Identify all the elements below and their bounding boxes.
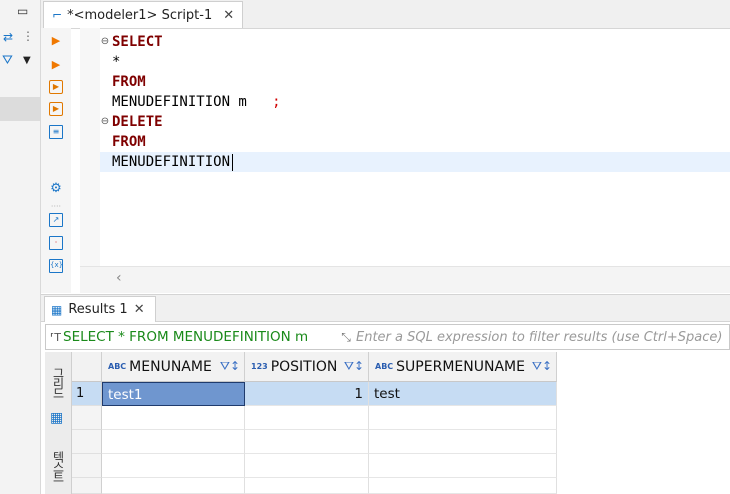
code-line-6: FROM — [112, 134, 146, 150]
selected-item-band[interactable] — [0, 97, 40, 121]
dropdown-arrow-icon[interactable]: ▼ — [23, 55, 31, 66]
code-line-4: MENUDEFINITION m ; — [112, 92, 281, 112]
column-name: MENUNAME — [129, 358, 212, 375]
code-line-3: FROM — [112, 74, 146, 90]
expand-filter-icon[interactable]: ⤡ — [336, 330, 356, 345]
filter-query-text: ⸢T SELECT * FROM MENUDEFINITION m — [46, 329, 336, 345]
sql-editor[interactable]: ⊖ SELECT * FROM MENUDEFINITION m ; ⊖ DEL… — [100, 28, 730, 266]
execute-new-tab-icon[interactable]: ▶ — [49, 58, 63, 72]
editor-ruler — [80, 28, 100, 268]
column-name: POSITION — [270, 358, 338, 375]
code-line-7: MENUDEFINITION — [112, 152, 234, 172]
variables-icon[interactable]: {x} — [49, 259, 63, 273]
empty-cell — [369, 406, 557, 430]
row-number[interactable]: 1 — [72, 382, 102, 406]
column-header-position[interactable]: 123 POSITION ⛛↕ — [245, 352, 369, 382]
empty-cell — [245, 430, 369, 454]
results-filter-bar: ⸢T SELECT * FROM MENUDEFINITION m ⤡ — [45, 324, 730, 350]
fold-toggle-icon[interactable]: ⊖ — [100, 32, 110, 52]
minimize-icon[interactable]: ▭ — [17, 4, 28, 18]
explain-plan-icon[interactable]: ≡ — [49, 125, 63, 139]
empty-cell — [102, 406, 245, 430]
empty-cell — [369, 454, 557, 478]
empty-cell — [369, 478, 557, 494]
sort-filter-icon[interactable]: ⛛↕ — [532, 359, 552, 374]
empty-cell — [369, 430, 557, 454]
row-number-header — [72, 352, 102, 382]
empty-cell — [102, 430, 245, 454]
results-tab-title: Results 1 — [68, 302, 128, 317]
tab-results-1[interactable]: ▦ Results 1 ✕ — [44, 296, 156, 322]
grid-table-icon: ▦ — [51, 302, 63, 317]
left-side-panel: ⇄ ⋮ ⛛ ▼ ▭ — [0, 0, 41, 494]
empty-row-number — [72, 406, 102, 430]
settings-gear-icon[interactable]: ⚙ — [49, 182, 63, 196]
type-abc-icon: ABC — [108, 362, 127, 371]
type-abc-icon: ABC — [375, 362, 394, 371]
more-options-icon[interactable]: ⋮ — [22, 29, 34, 43]
script-file-icon: ⌐ — [52, 8, 63, 22]
sort-filter-icon[interactable]: ⛛↕ — [220, 359, 240, 374]
close-tab-icon[interactable]: ✕ — [223, 8, 234, 23]
empty-cell — [245, 454, 369, 478]
horizontal-scrollbar[interactable]: ‹ — [80, 266, 730, 293]
execute-script-new-tab-icon[interactable]: ▶ — [49, 102, 63, 116]
results-view-switcher: 그리드 ▦ 텍스트 — [45, 352, 72, 494]
filter-icon[interactable]: ⛛ — [2, 53, 13, 68]
empty-row-number — [72, 478, 102, 494]
execute-script-icon[interactable]: ▶ — [49, 80, 63, 94]
side-tab-text[interactable]: 텍스트 — [47, 440, 69, 492]
sql-query-icon: ⸢T — [50, 330, 62, 344]
empty-row-number — [72, 454, 102, 478]
column-header-menuname[interactable]: ABC MENUNAME ⛛↕ — [102, 352, 245, 382]
scroll-left-icon[interactable]: ‹ — [116, 270, 122, 286]
code-line-1: SELECT — [112, 34, 163, 50]
side-tab-grid[interactable]: 그리드 — [47, 358, 69, 406]
link-editor-icon[interactable]: ⇄ — [3, 30, 13, 44]
sort-filter-icon[interactable]: ⛛↕ — [344, 359, 364, 374]
open-file-icon[interactable]: · — [49, 236, 63, 250]
semicolon: ; — [272, 94, 281, 110]
editor-toolbar: ▶ ▶ ▶ ▶ ≡ ⚙ ···· ↗ · {x} — [41, 28, 71, 293]
text-caret — [232, 153, 234, 171]
table-cell[interactable]: test — [369, 382, 557, 406]
code-text: MENUDEFINITION m — [112, 94, 247, 110]
empty-cell — [102, 454, 245, 478]
tab-title: *<modeler1> Script-1 — [67, 7, 213, 23]
fold-toggle-icon[interactable]: ⊖ — [100, 112, 110, 132]
separator-dots-icon: ···· — [50, 202, 62, 211]
empty-cell — [102, 478, 245, 494]
query-label: SELECT * FROM MENUDEFINITION m — [63, 329, 309, 345]
filter-input[interactable] — [356, 329, 726, 345]
table-cell[interactable]: 1 — [245, 382, 369, 406]
column-header-supermenuname[interactable]: ABC SUPERMENUNAME ⛛↕ — [369, 352, 557, 382]
column-name: SUPERMENUNAME — [396, 358, 525, 375]
grid-view-icon[interactable]: ▦ — [50, 410, 63, 426]
code-line-2: * — [112, 54, 121, 70]
type-number-icon: 123 — [251, 362, 268, 371]
code-line-5: DELETE — [112, 114, 163, 130]
export-icon[interactable]: ↗ — [49, 213, 63, 227]
close-results-tab-icon[interactable]: ✕ — [134, 302, 145, 317]
empty-cell — [245, 406, 369, 430]
table-cell[interactable]: test1 — [102, 382, 245, 406]
tab-script-1[interactable]: ⌐ *<modeler1> Script-1 ✕ — [43, 1, 243, 28]
empty-row-number — [72, 430, 102, 454]
results-grid: ABC MENUNAME ⛛↕ 123 POSITION ⛛↕ ABC SUPE… — [72, 352, 730, 494]
code-text: MENUDEFINITION — [112, 154, 231, 170]
execute-statement-icon[interactable]: ▶ — [49, 34, 63, 48]
empty-cell — [245, 478, 369, 494]
